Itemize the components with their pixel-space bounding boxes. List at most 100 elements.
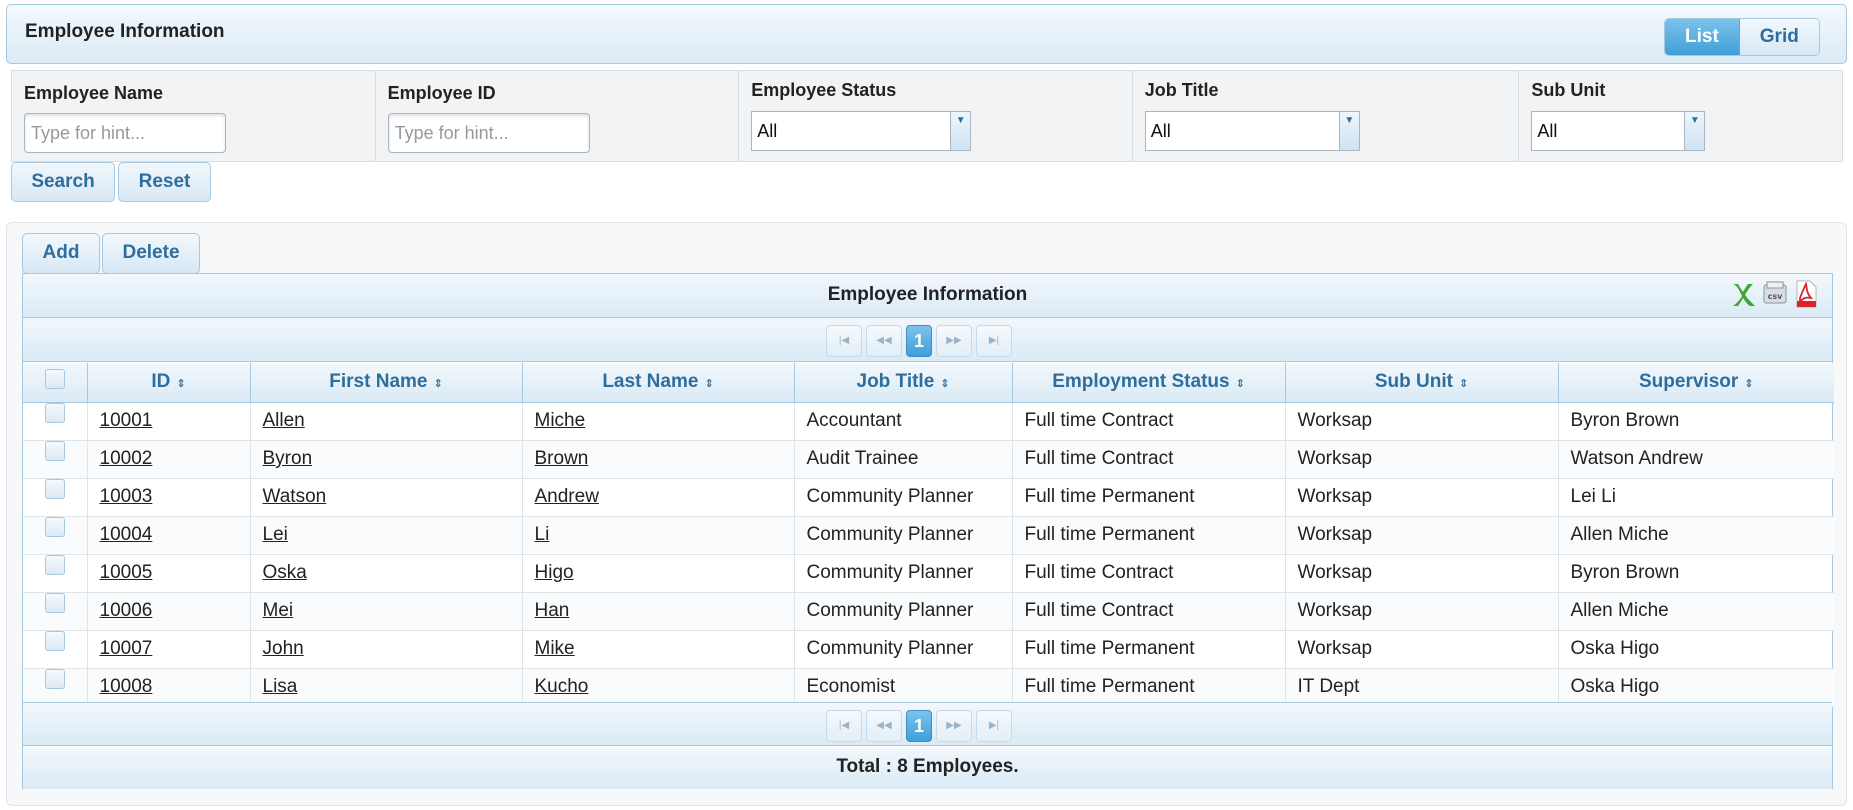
cell-last-name-link[interactable]: Han <box>535 600 570 621</box>
table-row[interactable]: 10003 Watson Andrew Community Planner Full t… <box>23 477 1834 517</box>
cell-id-link[interactable]: 10006 <box>100 600 153 621</box>
cell-last-name-link[interactable]: Andrew <box>535 486 599 507</box>
cell-id-link[interactable]: 10002 <box>100 448 153 469</box>
row-checkbox[interactable] <box>44 517 65 537</box>
reset-button[interactable]: Reset <box>118 162 211 202</box>
column-header-id[interactable]: ID ⇕ <box>86 363 251 403</box>
current-page[interactable]: 1 <box>906 325 932 357</box>
cell-first-name-link[interactable]: Oska <box>263 562 307 583</box>
cell-supervisor-text: Byron Brown <box>1570 410 1680 431</box>
cell-last-name-link[interactable]: Li <box>535 524 550 545</box>
cell-supervisor: Watson Andrew <box>1557 439 1834 479</box>
table-row[interactable]: 10004 Lei Li Community Planner Full time Per… <box>23 515 1834 555</box>
cell-first-name-link[interactable]: Lei <box>263 524 288 545</box>
cell-last-name: Brown <box>521 439 795 479</box>
row-checkbox[interactable] <box>44 479 65 499</box>
cell-first-name-link[interactable]: Mei <box>263 600 294 621</box>
cell-first-name-link[interactable]: Watson <box>263 486 327 507</box>
table-row[interactable]: 10006 Mei Han Community Planner Full time Co… <box>23 591 1834 631</box>
prev-page-icon[interactable]: ◀◀ <box>866 325 902 357</box>
delete-button[interactable]: Delete <box>102 233 200 274</box>
row-checkbox-cell <box>23 667 88 707</box>
prev-page-icon[interactable]: ◀◀ <box>866 710 902 742</box>
cell-first-name: Allen <box>249 401 523 441</box>
csv-icon[interactable]: csv <box>1762 280 1788 308</box>
grid-view-button[interactable]: Grid <box>1739 19 1819 55</box>
column-header-last-name[interactable]: Last Name ⇕ <box>521 363 795 403</box>
chevron-down-icon[interactable]: ▼ <box>1338 112 1359 150</box>
filter-employee-id: Employee ID <box>376 71 740 161</box>
row-checkbox[interactable] <box>44 555 65 575</box>
cell-last-name-link[interactable]: Miche <box>535 410 586 431</box>
sub-unit-select[interactable]: All ▼ <box>1531 111 1706 151</box>
row-checkbox-cell <box>23 553 88 593</box>
row-checkbox-cell <box>23 591 88 631</box>
cell-id-link[interactable]: 10008 <box>100 676 153 697</box>
cell-last-name-link[interactable]: Brown <box>535 448 589 469</box>
add-button[interactable]: Add <box>22 233 100 274</box>
table-row[interactable]: 10001 Allen Miche Accountant Full time Contr… <box>23 401 1834 441</box>
column-header-job-title[interactable]: Job Title ⇕ <box>793 363 1013 403</box>
column-header-first-name[interactable]: First Name ⇕ <box>249 363 523 403</box>
row-checkbox[interactable] <box>44 441 65 461</box>
cell-last-name-link[interactable]: Mike <box>535 638 575 659</box>
last-page-icon[interactable]: ▶| <box>976 710 1012 742</box>
select-all-checkbox-cell <box>23 363 88 403</box>
first-page-icon[interactable]: |◀ <box>826 710 862 742</box>
cell-id: 10004 <box>86 515 251 555</box>
cell-first-name: Mei <box>249 591 523 631</box>
cell-job-title: Audit Trainee <box>793 439 1013 479</box>
row-checkbox[interactable] <box>44 403 65 423</box>
pdf-icon[interactable] <box>1794 280 1818 308</box>
table-row[interactable]: 10007 John Mike Community Planner Full time … <box>23 629 1834 669</box>
cell-first-name-link[interactable]: John <box>263 638 304 659</box>
column-header-supervisor[interactable]: Supervisor ⇕ <box>1557 363 1834 403</box>
employee-status-select[interactable]: All ▼ <box>751 111 972 151</box>
cell-first-name-link[interactable]: Allen <box>263 410 305 431</box>
chevron-down-icon[interactable]: ▼ <box>950 112 971 150</box>
employee-name-input[interactable] <box>24 113 226 153</box>
cell-first-name-link[interactable]: Lisa <box>263 676 298 697</box>
cell-id-link[interactable]: 10005 <box>100 562 153 583</box>
column-header-employment-status[interactable]: Employment Status ⇕ <box>1011 363 1286 403</box>
cell-id-link[interactable]: 10003 <box>100 486 153 507</box>
cell-job-title-text: Audit Trainee <box>806 448 919 469</box>
cell-last-name: Miche <box>521 401 795 441</box>
cell-employment-status-text: Full time Contract <box>1024 410 1174 431</box>
search-button[interactable]: Search <box>11 162 115 202</box>
cell-id-link[interactable]: 10004 <box>100 524 153 545</box>
header-panel: Employee Information <box>6 4 1847 64</box>
cell-sub-unit-text: IT Dept <box>1297 676 1360 697</box>
cell-id-link[interactable]: 10001 <box>100 410 153 431</box>
cell-sub-unit: Worksap <box>1284 401 1559 441</box>
next-page-icon[interactable]: ▶▶ <box>936 710 972 742</box>
column-header-sub-unit[interactable]: Sub Unit ⇕ <box>1284 363 1559 403</box>
cell-supervisor: Oska Higo <box>1557 629 1834 669</box>
cell-sub-unit: IT Dept <box>1284 667 1559 707</box>
employee-id-input[interactable] <box>387 113 590 153</box>
list-view-button[interactable]: List <box>1665 19 1740 55</box>
row-checkbox[interactable] <box>44 593 65 613</box>
cell-last-name-link[interactable]: Kucho <box>535 676 589 697</box>
cell-id-link[interactable]: 10007 <box>100 638 153 659</box>
last-page-icon[interactable]: ▶| <box>976 325 1012 357</box>
cell-id: 10005 <box>86 553 251 593</box>
row-checkbox[interactable] <box>44 669 65 689</box>
table-row[interactable]: 10002 Byron Brown Audit Trainee Full time Co… <box>23 439 1834 479</box>
next-page-icon[interactable]: ▶▶ <box>936 325 972 357</box>
current-page[interactable]: 1 <box>906 710 932 742</box>
job-title-select[interactable]: All ▼ <box>1144 111 1360 151</box>
table-row[interactable]: 10005 Oska Higo Community Planner Full time … <box>23 553 1834 593</box>
pager-bottom: |◀ ◀◀ 1 ▶▶ ▶| <box>23 702 1832 746</box>
select-all-checkbox[interactable] <box>44 369 65 390</box>
excel-icon[interactable] <box>1730 280 1756 308</box>
employee-grid: Employee Information csv |◀ ◀◀ 1 ▶▶ ▶| I… <box>22 273 1834 789</box>
cell-first-name-link[interactable]: Byron <box>263 448 313 469</box>
cell-employment-status-text: Full time Permanent <box>1024 486 1195 507</box>
cell-supervisor: Lei Li <box>1557 477 1834 517</box>
row-checkbox[interactable] <box>44 631 65 651</box>
first-page-icon[interactable]: |◀ <box>826 325 862 357</box>
chevron-down-icon[interactable]: ▼ <box>1684 112 1705 150</box>
cell-last-name-link[interactable]: Higo <box>535 562 574 583</box>
table-row[interactable]: 10008 Lisa Kucho Economist Full time Permane… <box>23 667 1834 707</box>
